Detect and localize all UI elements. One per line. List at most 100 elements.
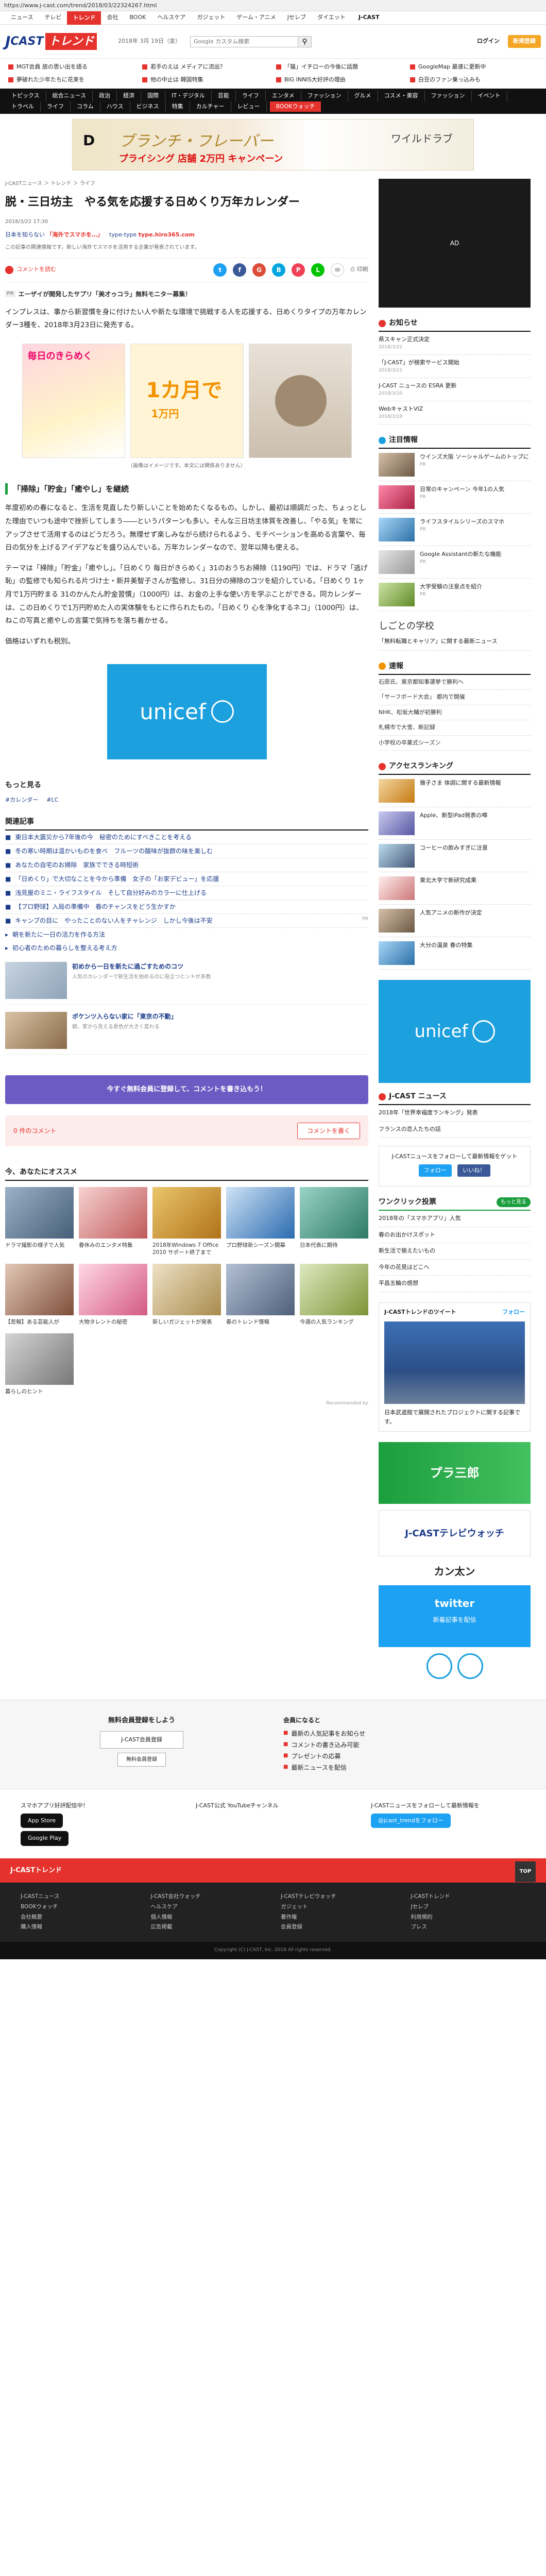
line-share-icon[interactable]: L	[311, 263, 325, 277]
poll-more-button[interactable]: もっと見る	[497, 1197, 531, 1207]
footer-link[interactable]: Jセレブ	[411, 1903, 526, 1911]
cat-item[interactable]: コスメ・美容	[378, 91, 425, 101]
trending-item[interactable]: GoogleMap 最速に更新中	[407, 62, 541, 73]
trending-item[interactable]: 夢破れた少年たちに花束を	[5, 75, 139, 86]
side-ad-banner[interactable]: プラ三郎	[379, 1442, 531, 1504]
footer-link[interactable]: プレス	[411, 1923, 526, 1931]
kantan-logo[interactable]: カン太ン	[379, 1564, 531, 1579]
cat-item[interactable]: ファッション	[425, 91, 472, 101]
recommend-card[interactable]: 【悲報】ある芸能人が	[5, 1264, 74, 1326]
ranking-item[interactable]: 雅子さま 体調に関する最新情報	[379, 775, 531, 807]
sponsored-headline[interactable]: PR エーザイが開発したサプリ「美才ゥコラ」無料モニター募集！	[5, 290, 368, 299]
related-item[interactable]: ■ あなたの自宅のお掃除 家族でできる時短術	[5, 858, 368, 873]
featured-item[interactable]: Google Assistantの新たな機能 PR	[379, 546, 531, 579]
cat-item[interactable]: イベント	[472, 91, 507, 101]
related-item[interactable]: ■ 浅見屋のミニ・ライフスタイル そして自分好みのカラーに仕上げる	[5, 886, 368, 901]
news-item[interactable]: 県スキャン正式決定 2018/3/22	[379, 332, 531, 355]
site-logo[interactable]: J CAST トレンド	[5, 29, 100, 55]
footer-link[interactable]: J-CASTテレビウォッチ	[281, 1893, 396, 1901]
member-register-button[interactable]: J-CAST会員登録	[100, 1731, 183, 1749]
topnav-trend[interactable]: トレンド	[67, 11, 101, 25]
write-comment-button[interactable]: コメントを書く	[297, 1122, 360, 1139]
cat-item[interactable]: 政治	[93, 91, 117, 101]
footer-link[interactable]: 会員登録	[281, 1923, 396, 1931]
footer-link[interactable]: ヘルスケア	[151, 1903, 266, 1911]
register-button[interactable]: 新規登録	[508, 35, 541, 48]
ranking-item[interactable]: 大分の温泉 春の特集	[379, 937, 531, 970]
trending-item[interactable]: BIG INNIS大好評の理由	[273, 75, 407, 86]
related-item[interactable]: ■ 【プロ野球】入局の準備中 春のチャンスをどう生かすか	[5, 900, 368, 914]
calendar-image-cleaning[interactable]: 毎日のきらめく	[22, 343, 125, 458]
trending-item[interactable]: 他の中止は 韓国特集	[139, 75, 273, 86]
recommend-card[interactable]: 春のトレンド情報	[226, 1264, 295, 1326]
related-extra-item[interactable]: ▸ 朝を新たに一日の活力を作る方法	[5, 928, 368, 941]
poll-item[interactable]: 2018年の「スマホアプリ」人気	[379, 1211, 531, 1227]
footer-link[interactable]: J-CASTニュース	[21, 1893, 135, 1901]
print-button[interactable]: ⎙ 印刷	[350, 265, 368, 274]
related-item[interactable]: ■ 東日本大震災から7年後の今 秘密のためにすべきことを考える	[5, 831, 368, 845]
cat-item[interactable]: ライフ	[236, 91, 266, 101]
free-register-button[interactable]: 無料会員登録	[117, 1753, 166, 1767]
trending-item[interactable]: 「猫」イチローの今後に話題	[273, 62, 407, 73]
unicef-side-ad[interactable]: unicef	[379, 980, 531, 1083]
hatena-share-icon[interactable]: B	[272, 263, 286, 277]
breaking-item[interactable]: 札幌市で大雪、新記録	[379, 720, 531, 736]
news-item[interactable]: WebキャストVIZ 2018/3/19	[379, 401, 531, 425]
cat-item[interactable]: ビジネス	[130, 101, 166, 112]
recommend-card[interactable]: 大物タレントの秘密	[79, 1264, 147, 1326]
pocket-share-icon[interactable]: P	[292, 263, 305, 277]
trending-item[interactable]: MGT会員 旅の思い出を語る	[5, 62, 139, 73]
topnav-gadget[interactable]: ガジェット	[191, 13, 231, 22]
facebook-share-icon[interactable]: f	[233, 263, 247, 277]
footer-link[interactable]: BOOKウォッチ	[21, 1903, 135, 1911]
footer-link[interactable]: 著作権	[281, 1913, 396, 1922]
comment-count-link[interactable]: コメントを読む	[5, 265, 56, 274]
topnav-tv[interactable]: テレビ	[39, 13, 67, 22]
google-play-button[interactable]: Google Play	[21, 1831, 69, 1846]
cat-item[interactable]: トラベル	[5, 101, 41, 112]
footer-link[interactable]: 会社概要	[21, 1913, 135, 1922]
youtube-title[interactable]: J-CAST公式 YouTubeチャンネル	[196, 1802, 350, 1810]
breaking-item[interactable]: NHK、松坂大輔が初勝利	[379, 705, 531, 720]
shigoto-logo[interactable]: しごとの学校	[379, 619, 531, 633]
sidebar-ad[interactable]: AD	[379, 179, 531, 308]
ranking-item[interactable]: コーヒーの飲みすぎに注意	[379, 840, 531, 872]
search-button[interactable]: ⚲	[298, 36, 312, 47]
cat-item[interactable]: 総合ニュース	[46, 91, 93, 101]
cat-item[interactable]: ハウス	[100, 101, 130, 112]
related-item[interactable]: ■ キャンプの目に やったことのない人をチャレンジ しかし今後は不安 PR	[5, 914, 368, 928]
calendar-image-cat[interactable]	[248, 343, 352, 458]
googleplus-share-icon[interactable]: G	[252, 263, 266, 277]
featured-item[interactable]: ウインズ大阪 ソーシャルゲームのトップに PR	[379, 449, 531, 481]
twitter-share-icon[interactable]: t	[213, 263, 227, 277]
cat-item[interactable]: レビュー	[231, 101, 267, 112]
mail-share-icon[interactable]: ✉	[331, 263, 345, 277]
ranking-item[interactable]: 人気アニメの新作が決定	[379, 905, 531, 937]
login-link[interactable]: ログイン	[477, 37, 500, 46]
tv-watch-banner[interactable]: J-CASTテレビウォッチ	[379, 1510, 531, 1557]
topnav-company[interactable]: 会社	[101, 13, 124, 22]
ranking-item[interactable]: Apple、新型iPad発表の噂	[379, 807, 531, 840]
cat-item[interactable]: カルチャー	[190, 101, 231, 112]
ranking-item[interactable]: 東北大学で新研究成果	[379, 872, 531, 905]
related-item[interactable]: ■ 冬の寒い時期は温かいものを食べ フルーツの酸味が抜群の味を楽しむ	[5, 844, 368, 859]
cat-item[interactable]: エンタメ	[266, 91, 301, 101]
shigoto-item[interactable]: 「無料転職とキャリア」に関する最新ニュース	[379, 633, 531, 651]
tag-link[interactable]: #カレンダー	[5, 796, 38, 805]
topnav-diet[interactable]: ダイエット	[312, 13, 351, 22]
trending-item[interactable]: 若手のえは メディアに流出？	[139, 62, 273, 73]
cat-item[interactable]: 芸能	[212, 91, 236, 101]
poll-item[interactable]: 今年の花見はどこへ	[379, 1260, 531, 1276]
twitter-follow-button[interactable]: フォロー	[418, 1164, 452, 1177]
recommend-card[interactable]: 日本代表に期待	[300, 1187, 368, 1257]
cat-item[interactable]: ファッション	[301, 91, 348, 101]
facebook-like-button[interactable]: いいね！	[457, 1164, 491, 1177]
footer-link[interactable]: ガジェット	[281, 1903, 396, 1911]
recommend-card[interactable]: 暮らしのヒント	[5, 1333, 74, 1396]
jcast-item[interactable]: 2018年「世界幸福度ランキング」発表	[379, 1105, 531, 1122]
breaking-item[interactable]: 「サーフボード大会」 都内で開催	[379, 690, 531, 705]
topnav-book[interactable]: BOOK	[124, 13, 151, 22]
url-bar[interactable]: https://www.j-cast.com/trend/2018/03/223…	[0, 0, 546, 11]
footer-link[interactable]: 個人情報	[151, 1913, 266, 1922]
related-thumb-item[interactable]: 初めから一日を新たに過ごすためのコツ 人気のカレンダーで新生活を始めるのに役立つヒ…	[5, 962, 368, 1005]
